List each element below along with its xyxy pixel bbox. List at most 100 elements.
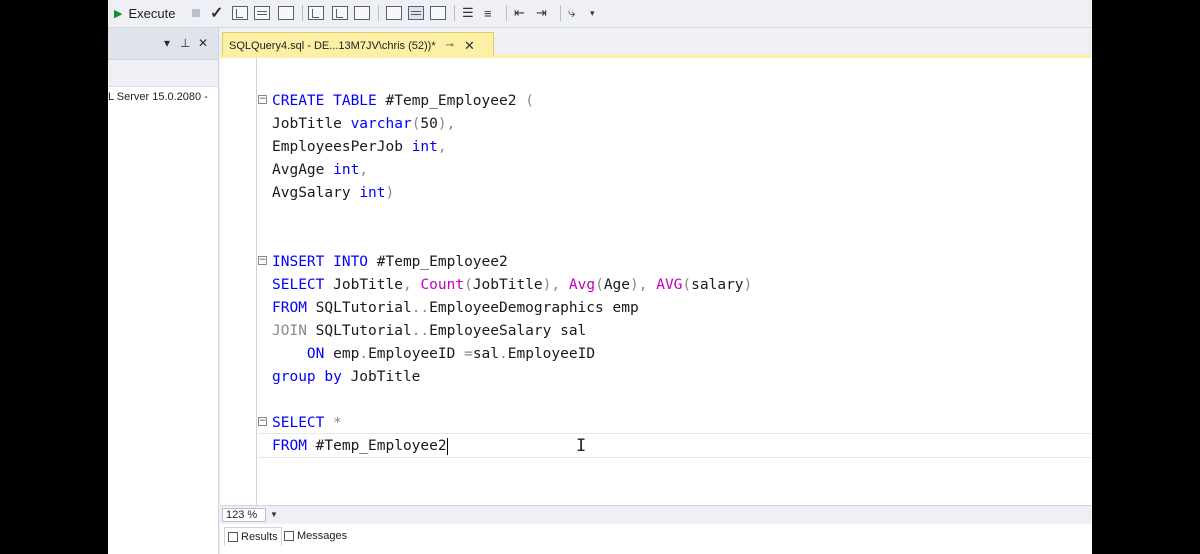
- execute-button[interactable]: ▶ Execute: [114, 4, 175, 22]
- code-token: Count: [420, 277, 465, 293]
- chevron-down-icon[interactable]: ▼: [270, 510, 278, 519]
- code-line[interactable]: [272, 205, 752, 228]
- code-line[interactable]: [272, 228, 752, 251]
- specify-values-button[interactable]: ⤷: [568, 4, 575, 22]
- code-line[interactable]: AvgAge int,: [272, 159, 752, 182]
- code-token: (: [682, 277, 692, 293]
- checkmark-icon: ✓: [210, 5, 224, 22]
- display-plan-button[interactable]: [232, 4, 248, 22]
- code-token: int: [359, 185, 386, 201]
- pin-icon[interactable]: ⊥: [180, 36, 190, 50]
- stop-button[interactable]: [192, 4, 200, 22]
- toolbar-overflow-button[interactable]: ▾: [590, 4, 595, 22]
- code-token: FROM: [272, 300, 307, 316]
- code-line[interactable]: − CREATE TABLE #Temp_Employee2 (: [258, 90, 752, 113]
- results-pane: Results Messages: [220, 524, 1092, 554]
- code-line[interactable]: FROM SQLTutorial..EmployeeDemographics e…: [272, 297, 752, 320]
- decrease-indent-button[interactable]: ⇤: [514, 4, 525, 22]
- toolbar-separator: [378, 5, 379, 21]
- client-stats-button[interactable]: [354, 4, 370, 22]
- execute-label: Execute: [128, 5, 176, 21]
- code-line[interactable]: EmployeesPerJob int,: [272, 136, 752, 159]
- code-token: EmployeeID: [507, 346, 596, 362]
- code-line[interactable]: − SELECT *: [258, 412, 752, 435]
- collapse-icon[interactable]: −: [258, 256, 267, 265]
- results-to-file-icon: [430, 6, 446, 20]
- zoom-bar: 123 % ▼: [220, 505, 1092, 525]
- code-token: AvgAge: [272, 162, 334, 178]
- include-plan-button[interactable]: [308, 4, 324, 22]
- text-cursor-icon: I: [576, 436, 587, 456]
- live-stats-button[interactable]: [332, 4, 348, 22]
- increase-indent-icon: ⇥: [536, 5, 547, 20]
- code-token: EmployeesPerJob: [272, 139, 412, 155]
- code-token: SQLTutorial: [315, 323, 412, 339]
- code-token: SELECT: [272, 277, 325, 293]
- tab-label: SQLQuery4.sql - DE...13M7JV\chris (52))*: [229, 39, 436, 52]
- code-token: JOIN: [272, 323, 307, 339]
- code-token: Avg: [568, 277, 596, 293]
- toolbar-separator: [302, 5, 303, 21]
- zoom-select[interactable]: 123 %: [222, 508, 266, 522]
- object-explorer-toolbar: [108, 60, 218, 87]
- object-explorer-header: ▾ ⊥ ✕: [108, 28, 218, 60]
- code-line[interactable]: AvgSalary int): [272, 182, 752, 205]
- collapse-icon[interactable]: −: [258, 95, 267, 104]
- comment-button[interactable]: ☰: [462, 4, 474, 22]
- code-line[interactable]: − INSERT INTO #Temp_Employee2: [258, 251, 752, 274]
- code-token: EmployeeID: [368, 346, 465, 362]
- results-text-button[interactable]: [386, 4, 402, 22]
- comment-icon: ☰: [462, 5, 474, 20]
- toolbar-separator: [506, 5, 507, 21]
- code-line[interactable]: JobTitle varchar(50),: [272, 113, 752, 136]
- code-token: =: [464, 346, 473, 362]
- ssms-window: ▶ Execute ✓ ☰ ≡ ⇤ ⇥ ⤷ ▾ ▾ ⊥ ✕ L Server 1…: [108, 0, 1092, 554]
- code-line[interactable]: FROM #Temp_Employee2: [272, 435, 752, 458]
- results-file-icon: [278, 6, 294, 20]
- include-plan-icon: [308, 6, 324, 20]
- query-options-button[interactable]: [254, 4, 270, 22]
- collapse-icon[interactable]: −: [258, 417, 267, 426]
- query-editor[interactable]: − CREATE TABLE #Temp_Employee2 (JobTitle …: [220, 58, 1092, 505]
- messages-icon: [284, 531, 294, 541]
- code-line[interactable]: JOIN SQLTutorial..EmployeeSalary sal: [272, 320, 752, 343]
- pin-icon[interactable]: ⊸: [446, 40, 454, 51]
- code-token: JobTitle: [272, 116, 351, 132]
- document-tab-strip: SQLQuery4.sql - DE...13M7JV\chris (52))*…: [220, 28, 1092, 58]
- results-file-button[interactable]: [278, 4, 294, 22]
- close-icon[interactable]: ✕: [198, 36, 208, 50]
- code-line[interactable]: SELECT JobTitle, Count(JobTitle), Avg(Ag…: [272, 274, 752, 297]
- code-token: salary: [691, 277, 744, 293]
- code-line[interactable]: [272, 389, 752, 412]
- grid-icon: [228, 532, 238, 542]
- results-text-icon: [386, 6, 402, 20]
- increase-indent-button[interactable]: ⇥: [536, 4, 547, 22]
- code-token: INSERT INTO: [272, 254, 369, 270]
- uncomment-button[interactable]: ≡: [484, 4, 492, 22]
- text-caret: [446, 437, 448, 455]
- code-token: #Temp_Employee2: [315, 438, 447, 454]
- code-token: CREATE TABLE: [272, 93, 377, 109]
- tab-results[interactable]: Results: [224, 527, 282, 546]
- code-token: #Temp_Employee2: [376, 254, 508, 270]
- results-grid-button[interactable]: [408, 4, 424, 22]
- code-token: ): [385, 185, 395, 201]
- code-token: int: [411, 139, 438, 155]
- code-token: 50: [420, 116, 438, 132]
- tab-messages[interactable]: Messages: [284, 527, 347, 545]
- editor-margin: [256, 58, 257, 505]
- server-node[interactable]: L Server 15.0.2080 -: [108, 91, 208, 103]
- chevron-down-icon[interactable]: ▾: [164, 36, 170, 50]
- parse-button[interactable]: ✓: [210, 4, 223, 22]
- code-line[interactable]: group by JobTitle: [272, 366, 752, 389]
- stop-icon: [192, 9, 200, 17]
- code-token: EmployeeDemographics emp: [429, 300, 639, 316]
- object-explorer-panel: ▾ ⊥ ✕ L Server 15.0.2080 -: [108, 28, 219, 554]
- close-icon[interactable]: ✕: [464, 38, 475, 54]
- sql-code[interactable]: − CREATE TABLE #Temp_Employee2 (JobTitle …: [258, 90, 752, 458]
- code-token: ,: [437, 139, 447, 155]
- code-token: ..: [411, 300, 430, 316]
- code-line[interactable]: ON emp.EmployeeID =sal.EmployeeID: [272, 343, 752, 366]
- code-token: EmployeeSalary sal: [429, 323, 587, 339]
- results-to-file-button[interactable]: [430, 4, 446, 22]
